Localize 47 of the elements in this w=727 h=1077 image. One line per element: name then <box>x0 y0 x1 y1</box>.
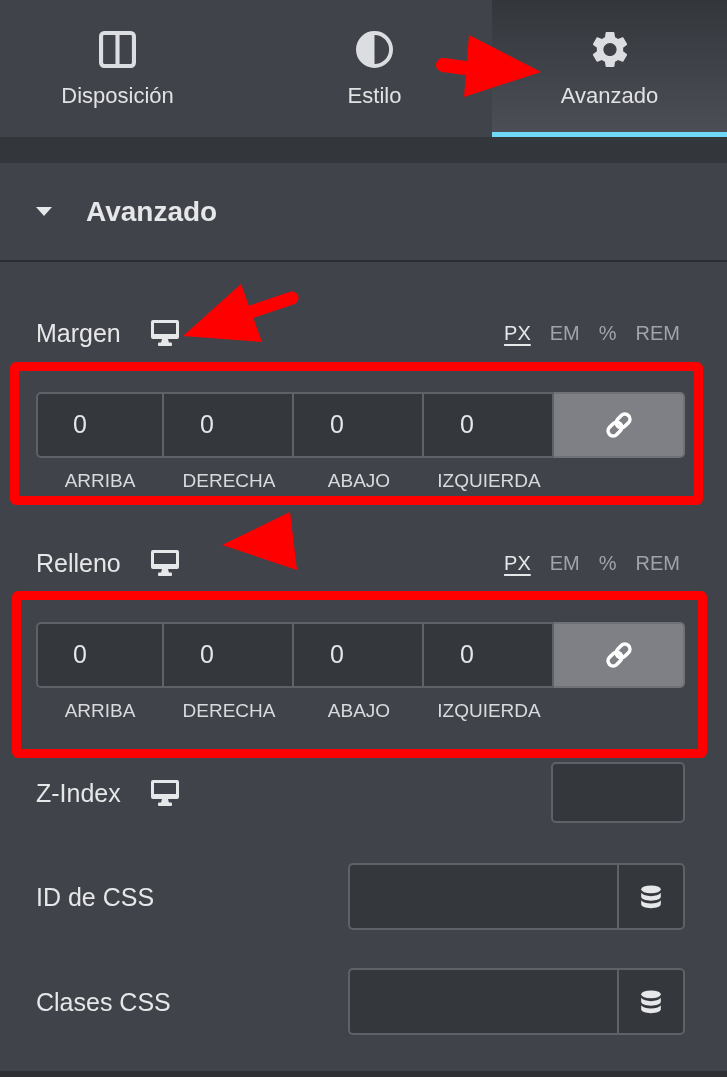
link-icon <box>604 641 633 669</box>
unit-option[interactable]: REM <box>635 321 680 345</box>
dimension-label: ABAJO <box>326 700 392 722</box>
contrast-icon <box>356 31 393 68</box>
unit-option[interactable]: % <box>598 321 617 345</box>
text-input[interactable] <box>348 968 617 1035</box>
link-values-button[interactable] <box>554 622 685 688</box>
field-label: Relleno <box>36 548 121 578</box>
dimension-label: IZQUIERDA <box>436 470 542 492</box>
dimension-input[interactable]: 0 <box>424 392 554 458</box>
dimension-label: ARRIBA <box>63 700 137 722</box>
text-input[interactable] <box>348 863 617 930</box>
dimension-input[interactable]: 0 <box>36 392 164 458</box>
monitor-icon[interactable] <box>150 320 179 346</box>
field-label: Z-Index <box>36 777 121 808</box>
dynamic-tags-button[interactable] <box>617 863 685 930</box>
field-label: Clases CSS <box>36 986 171 1017</box>
monitor-icon[interactable] <box>150 779 179 806</box>
unit-option[interactable]: % <box>598 551 617 575</box>
dimension-input[interactable]: 0 <box>424 622 554 688</box>
dimension-label: ABAJO <box>326 470 392 492</box>
dimension-input[interactable]: 0 <box>294 392 424 458</box>
unit-option[interactable]: EM <box>549 321 580 345</box>
field-label: Margen <box>36 318 121 348</box>
dimension-label: DERECHA <box>181 700 277 722</box>
dimension-input[interactable]: 0 <box>294 622 424 688</box>
columns-icon <box>99 31 136 68</box>
database-icon <box>640 884 662 909</box>
unit-option[interactable]: REM <box>635 551 680 575</box>
number-input[interactable] <box>551 762 685 823</box>
dimension-label: DERECHA <box>181 470 277 492</box>
tab[interactable]: Avanzado <box>492 0 727 137</box>
monitor-icon[interactable] <box>150 550 179 576</box>
database-icon <box>640 989 662 1014</box>
unit-option[interactable]: EM <box>549 551 580 575</box>
unit-option[interactable]: PX <box>504 321 531 345</box>
unit-option[interactable]: PX <box>504 551 531 575</box>
dimension-input[interactable]: 0 <box>164 622 294 688</box>
link-icon <box>604 411 633 439</box>
dimension-input[interactable]: 0 <box>164 392 294 458</box>
settings-icon <box>591 31 628 68</box>
dynamic-tags-button[interactable] <box>617 968 685 1035</box>
link-values-button[interactable] <box>554 392 685 458</box>
dimension-input[interactable]: 0 <box>36 622 164 688</box>
field-label: ID de CSS <box>36 881 155 912</box>
dimension-label: IZQUIERDA <box>436 700 542 722</box>
dimension-label: ARRIBA <box>63 470 137 492</box>
